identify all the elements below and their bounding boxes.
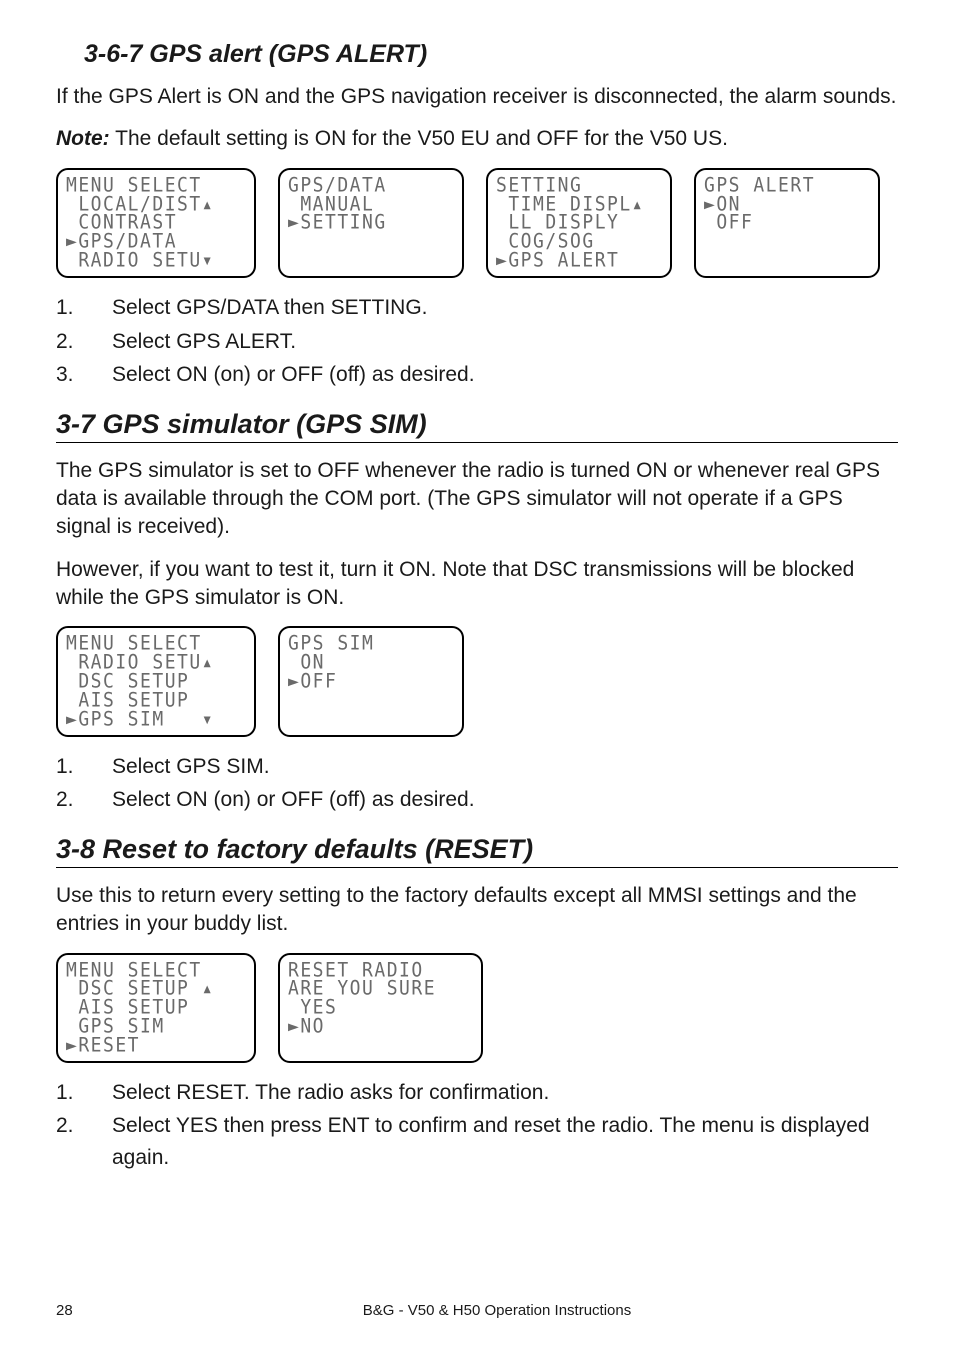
- step-text: Select RESET. The radio asks for confirm…: [112, 1081, 549, 1104]
- heading-3-8: 3-8 Reset to factory defaults (RESET): [56, 834, 898, 868]
- para-37-2: However, if you want to test it, turn it…: [56, 556, 898, 613]
- page-footer: 28 B&G - V50 & H50 Operation Instruction…: [56, 1302, 898, 1319]
- heading-3-6-7: 3-6-7 GPS alert (GPS ALERT): [56, 40, 898, 69]
- lcd-row-38: MENU SELECT DSC SETUP ▴ AIS SETUP GPS SI…: [56, 953, 898, 1063]
- step: 2. Select YES then press ENT to confirm a…: [56, 1110, 898, 1173]
- step: 1. Select RESET. The radio asks for confi…: [56, 1077, 898, 1109]
- step-number: 2.: [56, 784, 86, 816]
- lcd-screen: GPS ALERT ►ON OFF: [694, 168, 880, 278]
- lcd-line: ►NO: [288, 1017, 473, 1038]
- lcd-line: ►RESET: [66, 1036, 246, 1057]
- page-number: 28: [56, 1302, 96, 1319]
- step: 3. Select ON (on) or OFF (off) as desired…: [56, 359, 898, 391]
- step-number: 2.: [56, 326, 86, 358]
- lcd-screen: GPS/DATA MANUAL ►SETTING: [278, 168, 464, 278]
- note-label: Note:: [56, 127, 110, 150]
- step-text: Select GPS/DATA then SETTING.: [112, 296, 428, 319]
- step-number: 1.: [56, 751, 86, 783]
- note-367: Note: The default setting is ON for the …: [56, 125, 898, 153]
- step-number: 3.: [56, 359, 86, 391]
- step-number: 1.: [56, 292, 86, 324]
- step-text: Select YES then press ENT to confirm and…: [112, 1114, 870, 1169]
- step-text: Select GPS ALERT.: [112, 330, 296, 353]
- steps-38: 1. Select RESET. The radio asks for confi…: [56, 1077, 898, 1174]
- para-38: Use this to return every setting to the …: [56, 882, 898, 939]
- lcd-line: ►GPS ALERT: [496, 251, 662, 272]
- lcd-line: ►GPS SIM ▾: [66, 710, 246, 731]
- lcd-screen: GPS SIM ON ►OFF: [278, 626, 464, 736]
- steps-37: 1. Select GPS SIM. 2. Select ON (on) or OF…: [56, 751, 898, 816]
- para-367: If the GPS Alert is ON and the GPS navig…: [56, 83, 898, 111]
- lcd-line: RADIO SETU▾: [66, 251, 246, 272]
- step: 2. Select GPS ALERT.: [56, 326, 898, 358]
- step-number: 2.: [56, 1110, 86, 1142]
- step-number: 1.: [56, 1077, 86, 1109]
- lcd-line: ►OFF: [288, 672, 454, 693]
- step-text: Select ON (on) or OFF (off) as desired.: [112, 363, 475, 386]
- lcd-screen: SETTING TIME DISPL▴ LL DISPLY COG/SOG ►G…: [486, 168, 672, 278]
- lcd-screen: MENU SELECT DSC SETUP ▴ AIS SETUP GPS SI…: [56, 953, 256, 1063]
- lcd-line: ►SETTING: [288, 213, 454, 234]
- lcd-row-367: MENU SELECT LOCAL/DIST▴ CONTRAST ►GPS/DA…: [56, 168, 898, 278]
- step: 1. Select GPS SIM.: [56, 751, 898, 783]
- steps-367: 1. Select GPS/DATA then SETTING. 2. Select…: [56, 292, 898, 391]
- lcd-screen: RESET RADIO ARE YOU SURE YES ►NO: [278, 953, 483, 1063]
- step-text: Select ON (on) or OFF (off) as desired.: [112, 788, 475, 811]
- para-37-1: The GPS simulator is set to OFF whenever…: [56, 457, 898, 542]
- step: 2. Select ON (on) or OFF (off) as desired…: [56, 784, 898, 816]
- lcd-screen: MENU SELECT RADIO SETU▴ DSC SETUP AIS SE…: [56, 626, 256, 736]
- footer-text: B&G - V50 & H50 Operation Instructions: [96, 1302, 898, 1319]
- lcd-row-37: MENU SELECT RADIO SETU▴ DSC SETUP AIS SE…: [56, 626, 898, 736]
- note-text: The default setting is ON for the V50 EU…: [110, 127, 728, 150]
- lcd-line: OFF: [704, 213, 870, 234]
- step: 1. Select GPS/DATA then SETTING.: [56, 292, 898, 324]
- heading-3-7: 3-7 GPS simulator (GPS SIM): [56, 409, 898, 443]
- lcd-screen: MENU SELECT LOCAL/DIST▴ CONTRAST ►GPS/DA…: [56, 168, 256, 278]
- step-text: Select GPS SIM.: [112, 755, 270, 778]
- page: 3-6-7 GPS alert (GPS ALERT) If the GPS A…: [0, 0, 954, 1347]
